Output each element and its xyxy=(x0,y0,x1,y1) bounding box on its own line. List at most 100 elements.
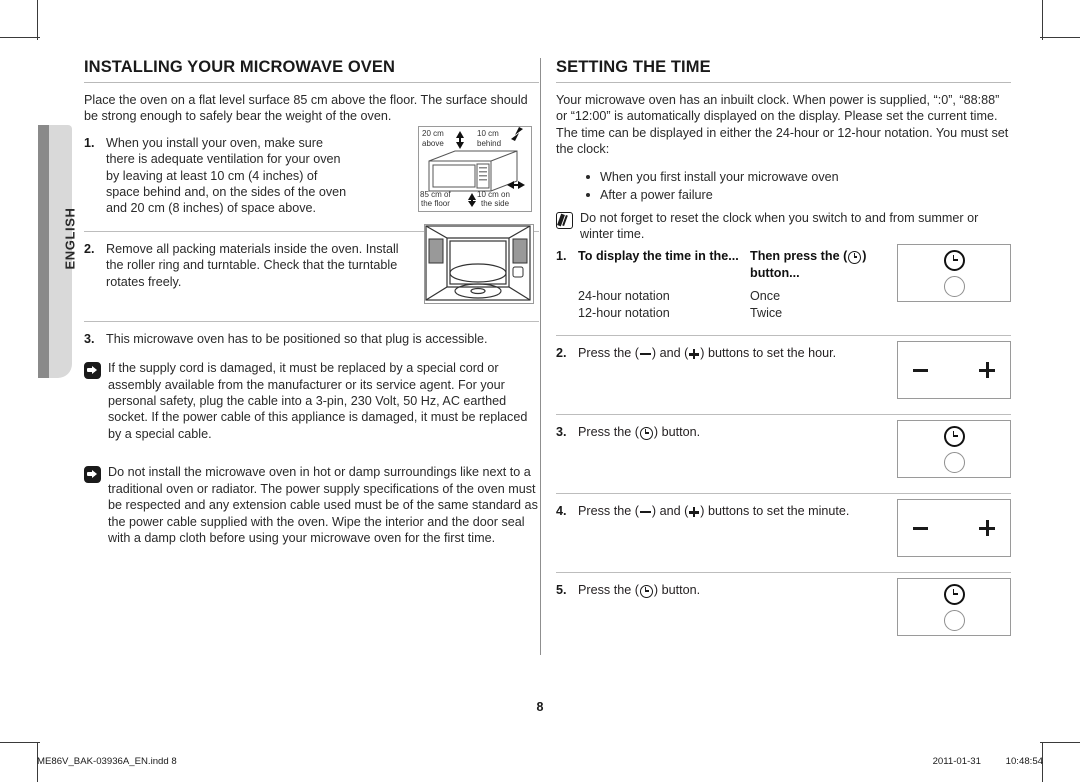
notation-table-header: To display the time in the... Then press… xyxy=(578,248,918,281)
table-cell-notation-24: 24-hour notation xyxy=(578,289,670,304)
left-step-2-number: 2. xyxy=(84,241,95,256)
left-step-1-number: 1. xyxy=(84,135,95,150)
right-step-4-text: Press the () and () buttons to set the m… xyxy=(578,503,849,519)
plus-button-icon[interactable] xyxy=(979,362,995,379)
table-cell-notation-12: 12-hour notation xyxy=(578,305,670,320)
plus-icon xyxy=(689,507,700,518)
oven-clearance-illustration: 20 cm above 10 cm behind 85 cm of the fl… xyxy=(418,126,532,212)
minus-button-icon[interactable] xyxy=(913,368,928,372)
svg-text:behind: behind xyxy=(477,139,501,148)
left-section-title: INSTALLING YOUR MICROWAVE OVEN xyxy=(84,58,396,76)
minus-plus-row xyxy=(913,362,995,379)
clock-button-icon[interactable] xyxy=(943,583,965,605)
oven-interior-illustration xyxy=(424,224,534,304)
clock-set-conditions-list: When you first install your microwave ov… xyxy=(556,168,1011,204)
right-note-icon-slot xyxy=(556,210,580,243)
left-note-1-icon-slot xyxy=(84,360,108,442)
svg-text:85 cm of: 85 cm of xyxy=(420,190,451,199)
left-note-1-text: If the supply cord is damaged, it must b… xyxy=(108,361,528,441)
oven-interior-drawing xyxy=(425,225,531,301)
step-5-text-pre: Press the ( xyxy=(578,583,639,598)
list-item: After a power failure xyxy=(586,186,1011,204)
page-number: 8 xyxy=(536,700,544,714)
manual-page: ENGLISH INSTALLING YOUR MICROWAVE OVEN P… xyxy=(0,0,1080,782)
step-2-text-post: ) buttons to set the hour. xyxy=(700,346,837,361)
right-separator-4 xyxy=(556,572,1011,574)
column-divider xyxy=(540,58,541,655)
button-panel-clock-1[interactable] xyxy=(897,244,1011,303)
svg-text:20 cm: 20 cm xyxy=(422,129,444,138)
crop-mark-bottom-right-h xyxy=(1040,742,1080,743)
notation-table-header-col1: To display the time in the... xyxy=(578,249,739,264)
plus-icon xyxy=(689,349,700,360)
clock-button-icon[interactable] xyxy=(943,249,965,271)
language-tab-english: ENGLISH xyxy=(38,125,78,378)
crop-mark-bottom-left-h xyxy=(0,742,40,743)
footer: ME86V_BAK-03936A_EN.indd 8 2011-01-31 10… xyxy=(0,756,1080,776)
right-step-2: 2. Press the () and () buttons to set th… xyxy=(556,341,1011,409)
left-note-2: Do not install the microwave oven in hot… xyxy=(84,464,539,546)
left-title-rule xyxy=(84,82,539,83)
right-section-title: SETTING THE TIME xyxy=(556,58,711,76)
svg-text:10 cm: 10 cm xyxy=(477,129,499,138)
notation-table-header-col2: Then press the () button... xyxy=(750,248,918,281)
plus-button-icon[interactable] xyxy=(979,520,995,537)
right-note-text: Do not forget to reset the clock when yo… xyxy=(580,210,979,242)
step-3-text-pre: Press the ( xyxy=(578,425,639,440)
clock-icon xyxy=(848,250,862,264)
crop-mark-top-left-h xyxy=(0,37,40,38)
language-tab-label: ENGLISH xyxy=(62,207,78,270)
step-4-text-post: ) buttons to set the minute. xyxy=(700,504,850,519)
svg-text:the side: the side xyxy=(481,199,510,208)
button-panel-clock-3[interactable] xyxy=(897,578,1011,637)
pointing-hand-icon xyxy=(84,362,101,380)
crop-mark-top-right-h xyxy=(1040,37,1080,38)
left-note-2-icon-slot xyxy=(84,464,108,546)
right-step-3-text: Press the () button. xyxy=(578,424,700,440)
note-pencil-icon xyxy=(556,211,573,229)
minus-icon xyxy=(639,511,651,514)
right-step-3: 3. Press the () button. xyxy=(556,420,1011,488)
footer-time: 10:48:54 xyxy=(1005,756,1043,767)
clock-button-icon[interactable] xyxy=(943,425,965,447)
button-panel-minus-plus-1[interactable] xyxy=(897,341,1011,400)
right-title-rule xyxy=(556,82,1011,83)
crop-mark-top-left-v xyxy=(37,0,38,40)
left-step-1-text: When you install your oven, make sure th… xyxy=(106,135,347,216)
right-step-2-number: 2. xyxy=(556,346,567,361)
left-step-2-text: Remove all packing materials inside the … xyxy=(106,241,399,289)
pointing-hand-icon xyxy=(84,466,101,484)
right-separator-3 xyxy=(556,493,1011,495)
right-step-4-number: 4. xyxy=(556,504,567,519)
left-step-3-text: This microwave oven has to be positioned… xyxy=(106,331,488,346)
table-row: 24-hour notation Once xyxy=(578,288,918,305)
button-panel-minus-plus-2[interactable] xyxy=(897,499,1011,558)
notation-table: To display the time in the... Then press… xyxy=(578,248,918,321)
step-2-text-mid: ) and ( xyxy=(651,346,689,361)
table-cell-presses-24: Once xyxy=(750,289,781,304)
right-step-3-number: 3. xyxy=(556,425,567,440)
right-column: SETTING THE TIME Your microwave oven has… xyxy=(556,58,1011,646)
round-button-icon[interactable] xyxy=(943,609,965,631)
round-button-icon[interactable] xyxy=(943,275,965,297)
left-note-1: If the supply cord is damaged, it must b… xyxy=(84,360,539,442)
right-step-5-number: 5. xyxy=(556,583,567,598)
clock-icon xyxy=(639,584,653,598)
right-separator-2 xyxy=(556,414,1011,416)
right-separator-1 xyxy=(556,335,1011,337)
step-4-text-mid: ) and ( xyxy=(651,504,689,519)
left-separator-2 xyxy=(84,320,539,322)
right-step-1-number: 1. xyxy=(556,249,567,264)
left-step-3: 3. This microwave oven has to be positio… xyxy=(84,331,539,347)
footer-filename: ME86V_BAK-03936A_EN.indd 8 xyxy=(37,756,177,767)
button-panel-clock-2[interactable] xyxy=(897,420,1011,479)
right-step-4: 4. Press the () and () buttons to set th… xyxy=(556,499,1011,567)
left-intro-paragraph: Place the oven on a flat level surface 8… xyxy=(84,93,528,124)
clock-button-stack xyxy=(943,583,965,631)
minus-button-icon[interactable] xyxy=(913,526,928,530)
footer-date: 2011-01-31 xyxy=(932,756,981,767)
right-step-5: 5. Press the () button. xyxy=(556,578,1011,646)
minus-plus-row xyxy=(913,520,995,537)
round-button-icon[interactable] xyxy=(943,451,965,473)
